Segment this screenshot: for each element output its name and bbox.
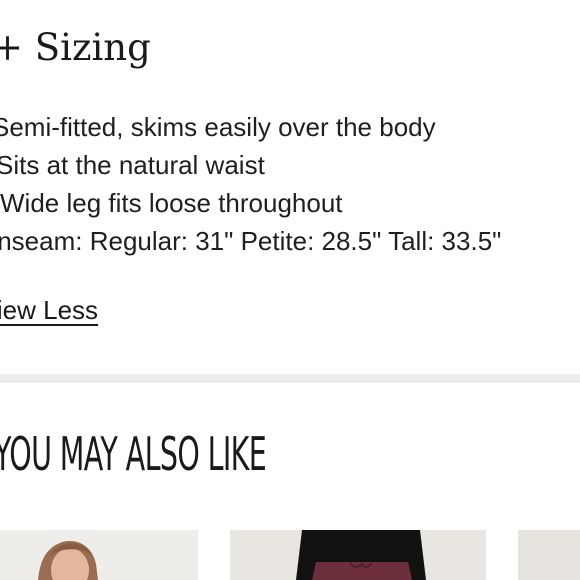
product-image-model-portrait (0, 530, 198, 580)
product-page: + Sizing Semi-fitted, skims easily over … (0, 0, 580, 580)
view-less-link[interactable]: View Less (0, 292, 98, 328)
product-image-model-outfit (230, 530, 486, 580)
recommendations-carousel (0, 530, 580, 580)
fit-item: Inseam: Regular: 31" Petite: 28.5" Tall:… (0, 226, 502, 256)
product-card[interactable] (0, 530, 198, 580)
product-image-partial (518, 530, 580, 580)
product-card[interactable] (230, 530, 486, 580)
product-card[interactable] (518, 530, 580, 580)
fit-item: Sits at the natural waist (0, 150, 265, 180)
you-may-also-like-heading: YOU MAY ALSO LIKE (0, 427, 267, 481)
fit-sizing-heading: + Sizing (0, 26, 151, 69)
fit-details-list: Semi-fitted, skims easily over the body … (0, 108, 501, 260)
fit-item: Wide leg fits loose throughout (0, 188, 343, 218)
fit-item: Semi-fitted, skims easily over the body (0, 112, 436, 142)
section-divider (0, 374, 580, 383)
